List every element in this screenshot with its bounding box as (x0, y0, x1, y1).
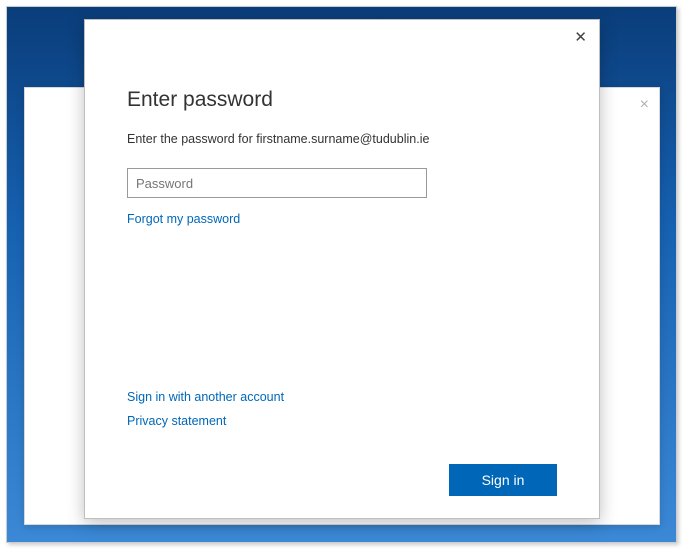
close-icon[interactable]: ✕ (574, 30, 587, 45)
dialog-button-row: Sign in (85, 464, 599, 518)
bottom-links: Sign in with another account Privacy sta… (127, 390, 557, 444)
forgot-password-link[interactable]: Forgot my password (127, 212, 240, 226)
dialog-title: Enter password (127, 88, 557, 112)
outer-frame: × ✕ Enter password Enter the password fo… (6, 6, 677, 543)
privacy-statement-link[interactable]: Privacy statement (127, 414, 226, 428)
another-account-link[interactable]: Sign in with another account (127, 390, 284, 404)
background-close-icon[interactable]: × (640, 96, 649, 114)
dialog-subtitle: Enter the password for firstname.surname… (127, 132, 557, 146)
password-dialog: ✕ Enter password Enter the password for … (84, 19, 600, 519)
password-input[interactable] (127, 168, 427, 198)
signin-button[interactable]: Sign in (449, 464, 557, 496)
password-input-wrap (127, 168, 427, 212)
dialog-content: Enter password Enter the password for fi… (85, 20, 599, 464)
